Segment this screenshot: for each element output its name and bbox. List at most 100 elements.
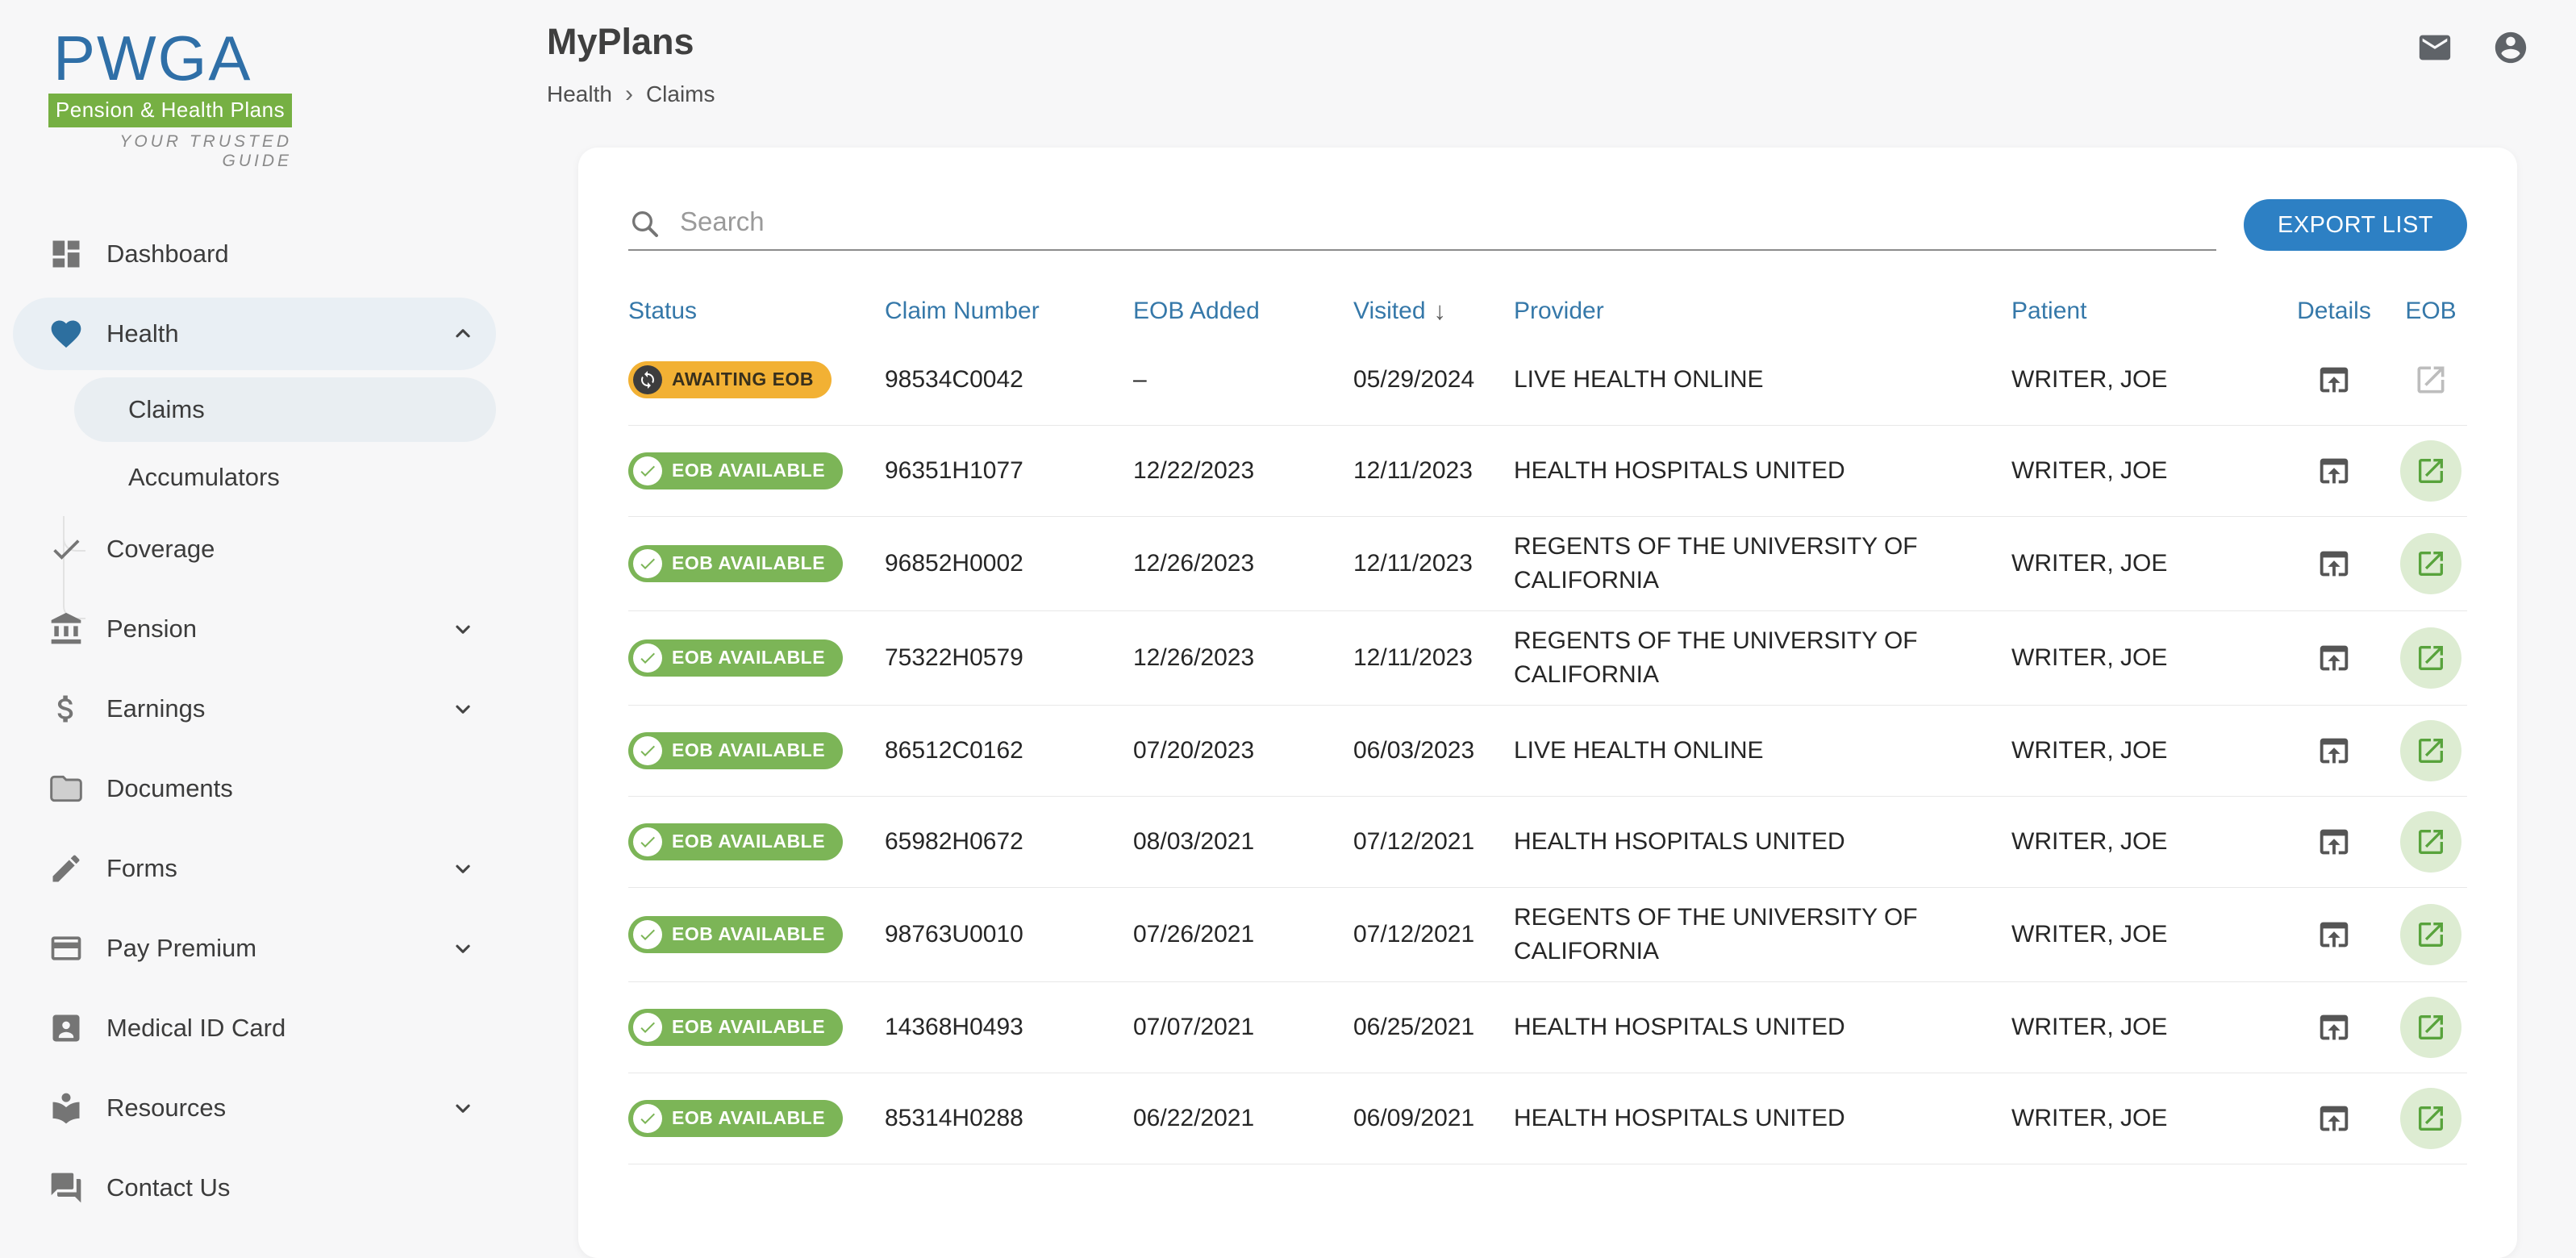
table-toolbar: EXPORT LIST — [628, 198, 2467, 251]
details-button[interactable] — [2311, 448, 2357, 494]
sidebar-item-pay-premium[interactable]: Pay Premium — [13, 912, 496, 985]
status-cell: EOB AVAILABLE — [628, 452, 885, 490]
eob-added-cell: 12/26/2023 — [1133, 641, 1353, 675]
sidebar-item-resources[interactable]: Resources — [13, 1072, 496, 1144]
visited-cell: 07/12/2021 — [1353, 825, 1514, 859]
table-row: AWAITING EOB 98534C0042 – 05/29/2024 LIV… — [628, 335, 2467, 426]
export-list-button[interactable]: EXPORT LIST — [2244, 199, 2467, 251]
provider-cell: HEALTH HSOPITALS UNITED — [1514, 825, 2011, 859]
sidebar-item-claims[interactable]: Claims — [74, 377, 496, 442]
details-cell — [2274, 448, 2395, 494]
details-button[interactable] — [2311, 1096, 2357, 1141]
sidebar-item-label: Pension — [106, 614, 449, 644]
provider-cell: HEALTH HOSPITALS UNITED — [1514, 1102, 2011, 1135]
column-header-visited-label: Visited — [1353, 298, 1426, 325]
sidebar-item-forms[interactable]: Forms — [13, 832, 496, 905]
visited-cell: 07/12/2021 — [1353, 918, 1514, 952]
sidebar-item-coverage[interactable]: Coverage — [13, 513, 496, 585]
breadcrumb: Health › Claims — [547, 81, 2576, 108]
claims-card: EXPORT LIST Status Claim Number EOB Adde… — [578, 148, 2517, 1258]
status-cell: EOB AVAILABLE — [628, 545, 885, 583]
eob-open-button[interactable] — [2400, 440, 2461, 502]
status-badge: EOB AVAILABLE — [628, 1009, 843, 1046]
claim-number-cell: 75322H0579 — [885, 641, 1133, 675]
sidebar-nav: Dashboard Health Claims Accumulators — [13, 218, 508, 1224]
visited-cell: 06/03/2023 — [1353, 734, 1514, 768]
eob-open-button[interactable] — [2400, 349, 2461, 410]
status-cell: EOB AVAILABLE — [628, 823, 885, 861]
breadcrumb-claims[interactable]: Claims — [646, 81, 715, 107]
chevron-down-icon — [449, 855, 477, 882]
sidebar-item-pension[interactable]: Pension — [13, 593, 496, 665]
table-row: EOB AVAILABLE 85314H0288 06/22/2021 06/0… — [628, 1073, 2467, 1164]
details-button[interactable] — [2311, 357, 2357, 402]
claim-number-cell: 98763U0010 — [885, 918, 1133, 952]
open-in-new-icon — [2415, 548, 2447, 580]
table-row: EOB AVAILABLE 96351H1077 12/22/2023 12/1… — [628, 426, 2467, 517]
brand-plans-banner: Pension & Health Plans — [48, 94, 292, 127]
sidebar-item-label: Accumulators — [74, 463, 280, 492]
eob-open-button[interactable] — [2400, 720, 2461, 781]
account-circle-icon[interactable] — [2492, 29, 2529, 66]
table-row: EOB AVAILABLE 98763U0010 07/26/2021 07/1… — [628, 888, 2467, 982]
dollar-icon — [48, 691, 84, 727]
eob-open-button[interactable] — [2400, 997, 2461, 1058]
eob-cell — [2395, 720, 2467, 781]
column-header-provider[interactable]: Provider — [1514, 298, 2011, 325]
provider-cell: REGENTS OF THE UNIVERSITY OF CALIFORNIA — [1514, 624, 2011, 692]
eob-open-button[interactable] — [2400, 533, 2461, 594]
open-in-browser-icon — [2315, 452, 2353, 489]
brand-tagline: YOUR TRUSTED GUIDE — [48, 132, 292, 171]
chevron-down-icon — [449, 695, 477, 723]
details-cell — [2274, 1005, 2395, 1050]
column-header-patient[interactable]: Patient — [2011, 298, 2274, 325]
table-header-row: Status Claim Number EOB Added Visited ↓ … — [628, 288, 2467, 335]
patient-cell: WRITER, JOE — [2011, 547, 2274, 581]
eob-open-button[interactable] — [2400, 811, 2461, 873]
sidebar-item-documents[interactable]: Documents — [13, 752, 496, 825]
claim-number-cell: 65982H0672 — [885, 825, 1133, 859]
sidebar-item-contact-us[interactable]: Contact Us — [13, 1152, 496, 1224]
status-badge: EOB AVAILABLE — [628, 823, 843, 860]
dashboard-icon — [48, 236, 84, 272]
patient-cell: WRITER, JOE — [2011, 918, 2274, 952]
details-button[interactable] — [2311, 819, 2357, 864]
status-label: EOB AVAILABLE — [672, 921, 825, 947]
patient-cell: WRITER, JOE — [2011, 1010, 2274, 1044]
details-button[interactable] — [2311, 1005, 2357, 1050]
column-header-visited[interactable]: Visited ↓ — [1353, 297, 1514, 326]
status-label: EOB AVAILABLE — [672, 644, 825, 670]
details-button[interactable] — [2311, 635, 2357, 681]
mail-icon[interactable] — [2416, 29, 2453, 66]
sidebar-item-health[interactable]: Health — [13, 298, 496, 370]
sidebar-item-medical-id-card[interactable]: Medical ID Card — [13, 992, 496, 1064]
details-cell — [2274, 541, 2395, 586]
sidebar-item-earnings[interactable]: Earnings — [13, 673, 496, 745]
sidebar-item-accumulators[interactable]: Accumulators — [74, 445, 496, 510]
check-icon — [633, 644, 662, 673]
column-header-claim-number[interactable]: Claim Number — [885, 298, 1133, 325]
details-button[interactable] — [2311, 541, 2357, 586]
status-label: AWAITING EOB — [672, 366, 814, 392]
brand-name: PWGA — [53, 24, 292, 94]
search-input[interactable] — [661, 206, 2216, 240]
eob-added-cell: 07/07/2021 — [1133, 1010, 1353, 1044]
eob-open-button[interactable] — [2400, 1088, 2461, 1149]
eob-open-button[interactable] — [2400, 904, 2461, 965]
column-header-eob-added[interactable]: EOB Added — [1133, 298, 1353, 325]
sidebar-item-label: Medical ID Card — [106, 1014, 496, 1043]
search-field — [628, 198, 2216, 251]
eob-open-button[interactable] — [2400, 627, 2461, 689]
status-cell: EOB AVAILABLE — [628, 732, 885, 770]
breadcrumb-health[interactable]: Health — [547, 81, 612, 107]
table-row: EOB AVAILABLE 65982H0672 08/03/2021 07/1… — [628, 797, 2467, 888]
details-button[interactable] — [2311, 912, 2357, 957]
claims-table-body: AWAITING EOB 98534C0042 – 05/29/2024 LIV… — [628, 335, 2467, 1164]
topbar-actions — [2416, 29, 2529, 66]
column-header-status[interactable]: Status — [628, 298, 885, 325]
brand-logo[interactable]: PWGA Pension & Health Plans YOUR TRUSTED… — [48, 24, 292, 171]
eob-cell — [2395, 811, 2467, 873]
status-cell: EOB AVAILABLE — [628, 916, 885, 954]
details-button[interactable] — [2311, 728, 2357, 773]
sidebar-item-dashboard[interactable]: Dashboard — [13, 218, 496, 290]
